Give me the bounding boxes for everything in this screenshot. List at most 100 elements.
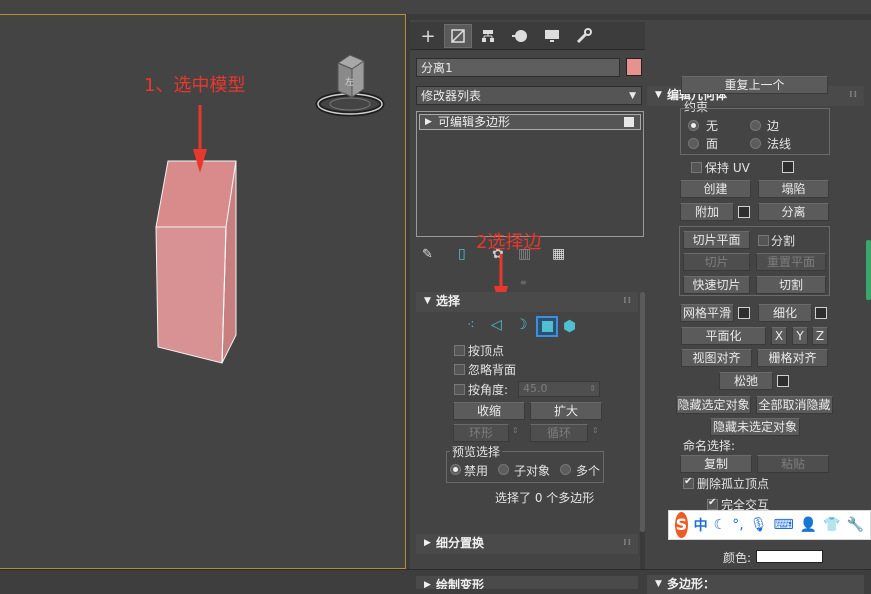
constraint-none-radio[interactable] xyxy=(688,120,699,131)
selection-rollout-header[interactable]: ▼ 选择 ⁞⁞ xyxy=(416,292,638,312)
polygon-material-rollout-header[interactable]: ▼ 多边形： xyxy=(647,575,864,594)
grid-align-button[interactable]: 栅格对齐 xyxy=(757,349,828,367)
user-icon[interactable]: 👤 xyxy=(800,517,817,533)
cut-button[interactable]: 切割 xyxy=(756,276,826,294)
sogou-logo-icon[interactable]: S xyxy=(675,512,688,538)
moon-icon[interactable]: ☾ xyxy=(714,517,727,533)
preserve-uv-checkbox[interactable] xyxy=(691,162,702,173)
subdivision-displacement-rollout[interactable]: ▶ 细分置换 ⁞⁞ xyxy=(416,534,638,554)
relax-settings-icon[interactable] xyxy=(777,375,789,387)
by-angle-checkbox[interactable] xyxy=(454,384,465,395)
slice-plane-button[interactable]: 切片平面 xyxy=(683,231,750,249)
detach-button[interactable]: 分离 xyxy=(758,203,829,221)
modify-icon[interactable] xyxy=(444,24,472,48)
preserve-uv-settings-icon[interactable] xyxy=(782,161,794,173)
create-plus-icon[interactable]: + xyxy=(414,24,442,48)
object-name-input[interactable]: 分离1 xyxy=(416,58,620,77)
loop-button[interactable]: 循环 xyxy=(530,424,588,442)
paste-named-selection-button[interactable]: 粘贴 xyxy=(757,455,829,473)
box-model[interactable] xyxy=(150,155,242,367)
constraint-edge-radio[interactable] xyxy=(750,120,761,131)
show-end-result-icon[interactable]: ▯ xyxy=(458,246,466,262)
expand-arrow-icon[interactable]: ▶ xyxy=(425,115,432,129)
skin-shirt-icon[interactable]: 👕 xyxy=(823,517,840,533)
angle-spinner[interactable]: 45.0 ⇕ xyxy=(518,381,600,397)
unhide-all-button[interactable]: 全部取消隐藏 xyxy=(756,396,833,414)
modifier-list-dropdown[interactable]: 修改器列表 ▼ xyxy=(416,86,642,105)
polygon-color-swatch[interactable] xyxy=(756,550,823,563)
annotation-step1: 1、选中模型 xyxy=(144,75,246,96)
hide-unselected-button[interactable]: 隐藏未选定对象 xyxy=(710,418,800,436)
configure-modifier-sets-icon[interactable]: ▦ xyxy=(552,246,565,262)
border-mode-icon[interactable]: ☽ xyxy=(515,317,528,333)
viewcube-icon[interactable]: 左 xyxy=(312,49,392,121)
preview-off-radio[interactable] xyxy=(450,464,461,475)
rollout-grip-icon: ⁞⁞ xyxy=(623,538,632,548)
right-column-scrollbar[interactable] xyxy=(866,240,871,300)
edge-mode-icon[interactable]: ◁ xyxy=(491,317,502,333)
attach-button[interactable]: 附加 xyxy=(680,203,734,221)
panel-separator[interactable]: ≡ xyxy=(520,279,536,287)
hide-selected-button[interactable]: 隐藏选定对象 xyxy=(676,396,751,414)
vertex-mode-icon[interactable]: ⁖ xyxy=(467,318,475,333)
ignore-backfacing-checkbox[interactable] xyxy=(454,364,465,375)
collapse-triangle-icon: ▼ xyxy=(655,90,662,100)
utilities-wrench-icon[interactable] xyxy=(570,24,598,48)
planar-y-button[interactable]: Y xyxy=(792,327,808,345)
reset-plane-button[interactable]: 重置平面 xyxy=(756,253,826,271)
delete-isolated-checkbox[interactable] xyxy=(683,476,694,489)
attach-settings-icon[interactable] xyxy=(738,206,750,218)
chevron-down-icon: ▼ xyxy=(629,91,636,101)
full-interactivity-checkbox[interactable] xyxy=(707,497,718,510)
stack-item-editable-poly[interactable]: ▶ 可编辑多边形 xyxy=(419,114,641,130)
copy-named-selection-button[interactable]: 复制 xyxy=(680,455,752,473)
meshsmooth-button[interactable]: 网格平滑 xyxy=(680,304,734,322)
preview-multi-radio[interactable] xyxy=(560,464,571,475)
ring-button[interactable]: 环形 xyxy=(453,424,509,442)
quickslice-button[interactable]: 快速切片 xyxy=(683,276,750,294)
create-button[interactable]: 创建 xyxy=(680,180,751,198)
tools-wrench-icon[interactable]: 🔧 xyxy=(847,517,864,533)
relax-button[interactable]: 松弛 xyxy=(719,372,773,390)
split-checkbox[interactable] xyxy=(758,235,769,246)
svg-text:左: 左 xyxy=(345,76,354,88)
constraint-face-radio[interactable] xyxy=(688,138,699,149)
loop-spinner-icon[interactable]: ⇕ xyxy=(592,426,599,435)
delete-isolated-label: 删除孤立顶点 xyxy=(697,477,770,491)
perspective-viewport[interactable]: 左 1、选中模型 xyxy=(0,14,406,569)
grow-button[interactable]: 扩大 xyxy=(530,402,602,420)
object-color-swatch[interactable] xyxy=(626,58,642,76)
view-align-button[interactable]: 视图对齐 xyxy=(681,349,752,367)
repeat-last-button[interactable]: 重复上一个 xyxy=(681,76,828,94)
modifier-stack[interactable]: ▶ 可编辑多边形 xyxy=(416,111,644,237)
planar-z-button[interactable]: Z xyxy=(812,327,828,345)
planar-x-button[interactable]: X xyxy=(771,327,787,345)
pin-stack-icon[interactable]: ✎ xyxy=(422,247,433,262)
microphone-icon[interactable]: 🎙 xyxy=(750,517,768,533)
hierarchy-icon[interactable] xyxy=(474,24,502,48)
element-mode-icon[interactable]: ⬢ xyxy=(563,317,576,335)
by-vertex-label: 按顶点 xyxy=(468,344,505,358)
paint-deformation-rollout[interactable]: ▶ 绘制变形 xyxy=(416,576,638,589)
preview-subobject-radio[interactable] xyxy=(498,464,509,475)
shrink-button[interactable]: 收缩 xyxy=(453,402,525,420)
collapse-button[interactable]: 塌陷 xyxy=(758,180,829,198)
slice-button[interactable]: 切片 xyxy=(683,253,750,271)
constraint-normal-radio[interactable] xyxy=(750,138,761,149)
spinner-arrows-icon[interactable]: ⇕ xyxy=(589,382,596,396)
keyboard-icon[interactable]: ⌨ xyxy=(773,517,793,533)
motion-icon[interactable] xyxy=(506,24,534,48)
tessellate-button[interactable]: 细化 xyxy=(758,304,812,322)
display-icon[interactable] xyxy=(538,24,566,48)
by-vertex-checkbox[interactable] xyxy=(454,345,465,356)
punctuation-icon[interactable]: °, xyxy=(732,517,743,533)
make-planar-button[interactable]: 平面化 xyxy=(681,327,766,345)
ime-chinese-mode[interactable]: 中 xyxy=(694,515,708,535)
polygon-mode-icon[interactable] xyxy=(536,316,558,337)
ring-spinner-icon[interactable]: ⇕ xyxy=(512,426,519,435)
left-column-scrollbar[interactable] xyxy=(640,292,645,569)
modifier-toggle-icon[interactable] xyxy=(624,117,634,127)
meshsmooth-settings-icon[interactable] xyxy=(738,307,750,319)
tessellate-settings-icon[interactable] xyxy=(815,307,827,319)
ime-toolbar[interactable]: S 中 ☾ °, 🎙 ⌨ 👤 👕 🔧 xyxy=(668,510,871,540)
